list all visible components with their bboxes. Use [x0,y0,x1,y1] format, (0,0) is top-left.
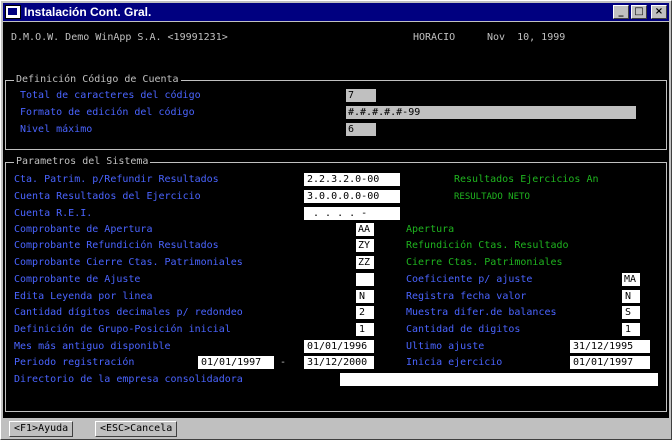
user-name: HORACIO [413,32,456,43]
company-name: D.M.O.W. Demo WinApp S.A. <19991231> [11,32,228,43]
comp-apertura-label: Comprobante de Apertura [14,224,153,235]
cta-refundir-label: Cta. Patrim. p/Refundir Resultados [14,174,219,185]
total-caracteres-value: 7 [346,89,376,102]
mes-antiguo-field[interactable]: 01/01/1996 [304,340,374,353]
comp-refundicion-desc: Refundición Ctas. Resultado [406,240,569,251]
periodo-desde-field[interactable]: 01/01/1997 [198,356,274,369]
comp-cierre-desc: Cierre Ctas. Patrimoniales [406,257,563,268]
coef-ajuste-label: Coeficiente p/ ajuste [406,274,533,285]
edita-leyenda-field[interactable]: N [356,290,374,303]
grupo-posicion-label: Definición de Grupo-Posición inicial [14,324,231,335]
periodo-hasta-field[interactable]: 31/12/2000 [304,356,374,369]
cta-rei-label: Cuenta R.E.I. [14,208,93,219]
comp-apertura-desc: Apertura [406,224,455,235]
maximize-button[interactable]: □ [631,5,647,19]
coef-ajuste-field[interactable]: MA [622,273,640,286]
cancel-button[interactable]: <ESC>Cancela [95,421,178,437]
sistema-group: Parametros del Sistema Cta. Patrim. p/Re… [5,156,667,412]
comp-refundicion-label: Comprobante Refundición Resultados [14,240,219,251]
cant-digitos-label: Cantidad de digitos [406,324,521,335]
ultimo-ajuste-label: Ultimo ajuste [406,341,485,352]
formato-edicion-label: Formato de edición del código [20,107,195,118]
help-button[interactable]: <F1>Ayuda [9,421,74,437]
cant-decimales-label: Cantidad dígitos decimales p/ redondeo [14,307,243,318]
comp-cierre-field[interactable]: ZZ [356,256,374,269]
formato-edicion-value: #.#.#.#.#-99 [346,106,636,119]
codigo-group: Definición Código de Cuenta Total de car… [5,74,667,150]
cta-resultados-field[interactable]: 3.0.0.0.0-00 [304,190,400,203]
total-caracteres-label: Total de caracteres del código [20,90,201,101]
cta-resultados-label: Cuenta Resultados del Ejercicio [14,191,201,202]
close-button[interactable]: × [651,5,667,19]
form-area: D.M.O.W. Demo WinApp S.A. <19991231> HOR… [3,22,669,418]
sistema-group-title: Parametros del Sistema [14,156,151,167]
inicia-ejercicio-field[interactable]: 01/01/1997 [570,356,650,369]
registra-fecha-field[interactable]: N [622,290,640,303]
nivel-maximo-label: Nivel máximo [20,124,93,135]
directorio-label: Directorio de la empresa consolidadora [14,374,243,385]
registra-fecha-label: Registra fecha valor [406,291,527,302]
current-date: Nov 10, 1999 [487,32,566,43]
comp-apertura-field[interactable]: AA [356,223,374,236]
comp-ajuste-field[interactable] [356,273,374,286]
minimize-button[interactable]: _ [613,5,629,19]
ultimo-ajuste-field[interactable]: 31/12/1995 [570,340,650,353]
cant-decimales-field[interactable]: 2 [356,306,374,319]
title-bar[interactable]: Instalación Cont. Gral. _ □ × [3,3,669,21]
comp-cierre-label: Comprobante Cierre Ctas. Patrimoniales [14,257,243,268]
cta-refundir-desc: Resultados Ejercicios An [454,174,599,185]
directorio-field[interactable] [340,373,658,386]
status-bar: <F1>Ayuda <ESC>Cancela [3,418,669,439]
mes-antiguo-label: Mes más antiguo disponible [14,341,171,352]
periodo-separator: - [280,357,287,368]
cta-refundir-field[interactable]: 2.2.3.2.0-00 [304,173,400,186]
muestra-difer-field[interactable]: S [622,306,640,319]
cant-digitos-field[interactable]: 1 [622,323,640,336]
comp-ajuste-label: Comprobante de Ajuste [14,274,141,285]
comp-refundicion-field[interactable]: ZY [356,239,374,252]
codigo-group-title: Definición Código de Cuenta [14,74,181,85]
muestra-difer-label: Muestra difer.de balances [406,307,557,318]
cta-resultados-desc: RESULTADO NETO [454,192,530,202]
edita-leyenda-label: Edita Leyenda por linea [14,291,153,302]
nivel-maximo-value: 6 [346,123,376,136]
grupo-posicion-field[interactable]: 1 [356,323,374,336]
periodo-label: Periodo registración [14,357,135,368]
window-title: Instalación Cont. Gral. [24,5,152,19]
app-icon[interactable] [5,5,21,19]
cta-rei-field[interactable]: . . . . - [304,207,400,220]
main-window: Instalación Cont. Gral. _ □ × D.M.O.W. D… [0,0,672,440]
inicia-ejercicio-label: Inicia ejercicio [406,357,503,368]
